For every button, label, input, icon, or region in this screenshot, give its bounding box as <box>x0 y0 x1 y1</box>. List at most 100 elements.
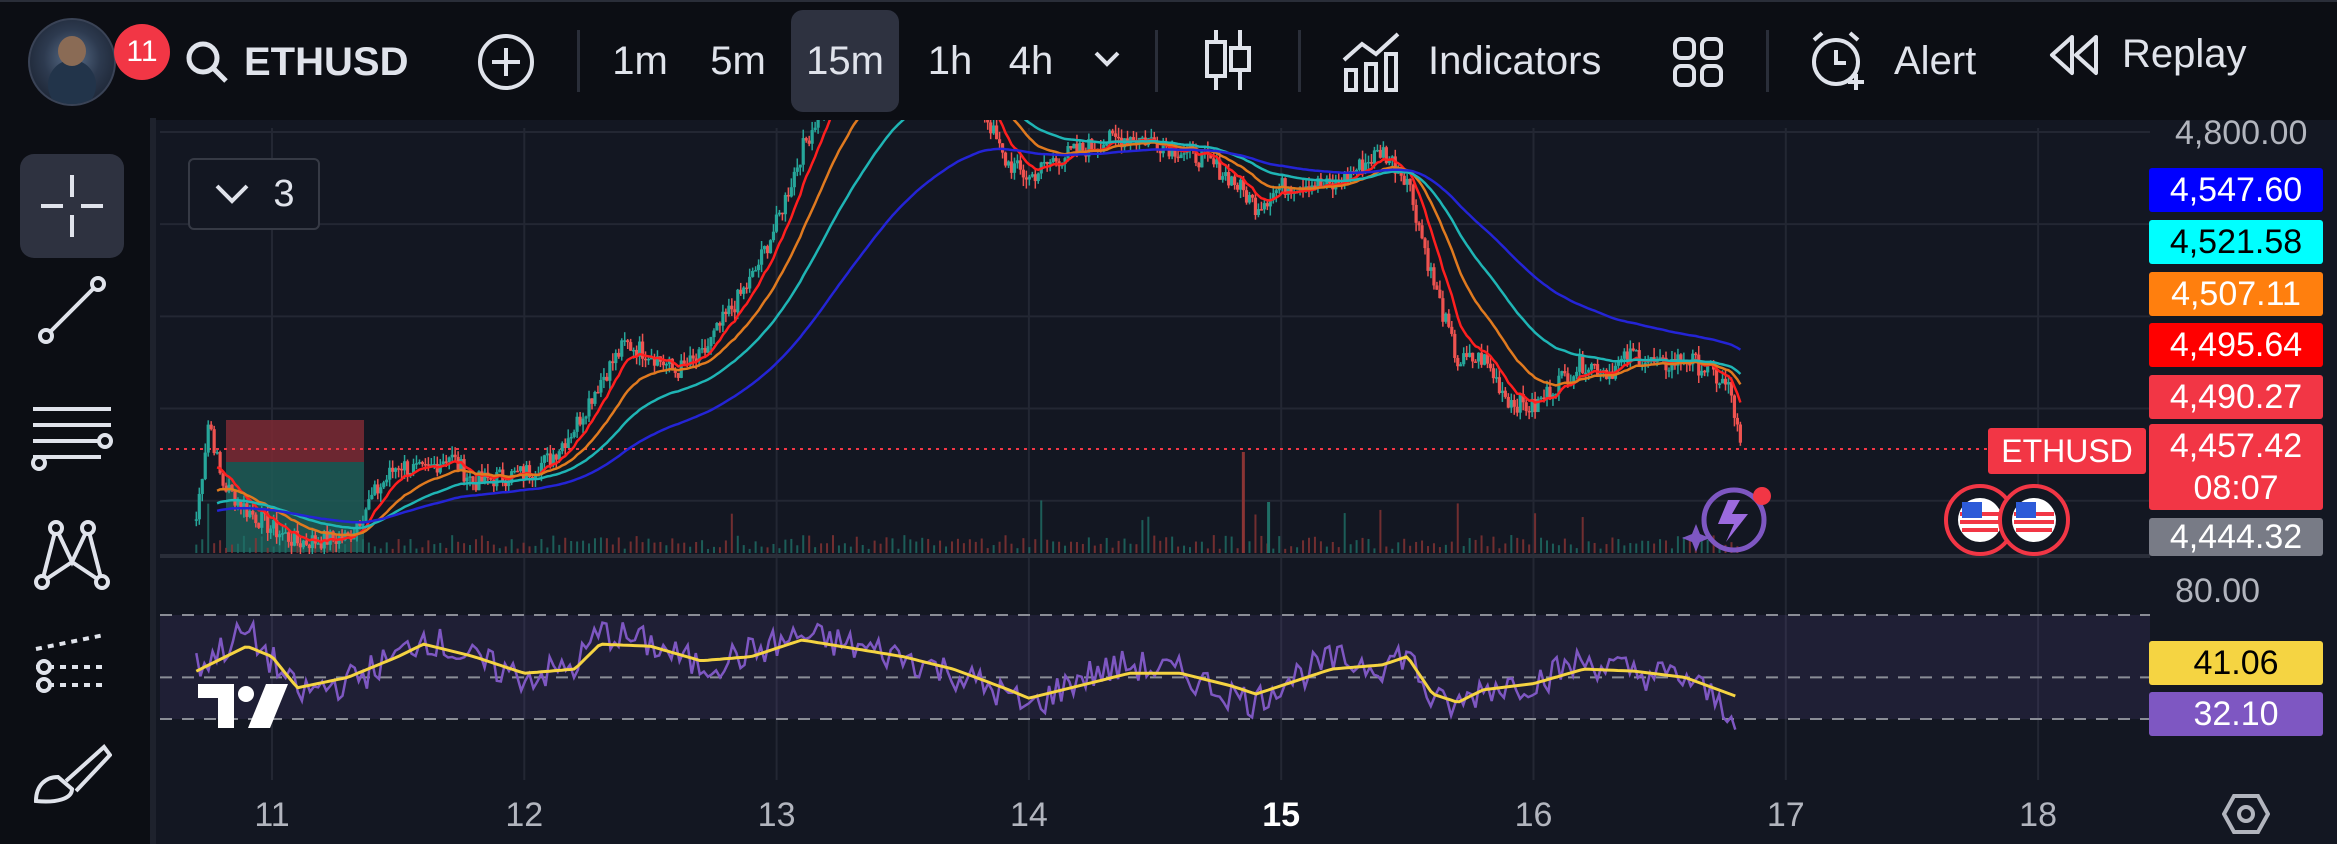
candle-body <box>209 424 213 430</box>
volume-bar <box>665 545 668 553</box>
candle-body <box>245 503 249 517</box>
volume-bar <box>1629 543 1632 553</box>
pattern-tool[interactable] <box>20 502 124 606</box>
timeframe-label: 15m <box>806 38 884 83</box>
candle-body <box>376 484 380 494</box>
candle-body <box>516 470 520 473</box>
crosshair-tool[interactable] <box>20 154 124 258</box>
toolbar-divider <box>577 30 580 92</box>
volume-bar <box>677 543 680 553</box>
candle-body <box>1456 357 1460 367</box>
time-axis-tick-label: 18 <box>2019 796 2057 834</box>
indicator-legend-toggle[interactable]: 3 <box>188 158 320 230</box>
timeframe-1m[interactable]: 1m <box>600 10 680 112</box>
candle-body <box>370 494 374 500</box>
timeframe-4h[interactable]: 4h <box>996 10 1066 112</box>
volume-bar <box>1700 539 1703 553</box>
candle-body <box>1462 353 1466 365</box>
candle-body <box>1593 363 1597 366</box>
volume-bar <box>1432 543 1435 553</box>
candle-body <box>1408 178 1412 185</box>
candle-body <box>364 509 368 522</box>
user-avatar-button[interactable]: 11 <box>28 18 170 106</box>
candle-body <box>1465 353 1469 357</box>
volume-bar <box>1665 540 1668 553</box>
candle-body <box>801 138 805 165</box>
volume-bar <box>992 545 995 553</box>
us-flag-event-icon[interactable] <box>1998 484 2070 556</box>
symbol-search-button[interactable]: ETHUSD <box>184 32 408 92</box>
candle-body <box>1491 368 1496 379</box>
candle-body <box>1033 174 1037 182</box>
candle-body <box>468 476 472 478</box>
replay-button[interactable]: Replay <box>2048 32 2247 77</box>
volume-bar <box>260 536 263 553</box>
indicators-button[interactable]: Indicators <box>1342 30 1601 92</box>
candle-body <box>1509 400 1513 408</box>
candle-body <box>269 528 273 533</box>
alert-button[interactable]: Alert <box>1808 30 1976 92</box>
volume-bar <box>1087 537 1090 553</box>
settings-icon[interactable] <box>2221 792 2271 841</box>
candle-body <box>1066 146 1070 159</box>
prediction-icon <box>35 633 108 693</box>
volume-bar <box>814 547 817 553</box>
volume-bar <box>1302 540 1305 553</box>
volume-bar <box>248 547 251 553</box>
xabcd-pattern-icon <box>34 520 110 590</box>
candle-body <box>301 540 306 548</box>
volume-bar <box>1218 548 1221 553</box>
volume-bar <box>1319 541 1322 553</box>
volume-bar <box>1171 536 1174 553</box>
layouts-button[interactable] <box>1672 36 1724 88</box>
candle-body <box>1274 190 1278 194</box>
timeframe-1h[interactable]: 1h <box>914 10 986 112</box>
candle-body <box>1006 161 1011 166</box>
candle-body <box>316 543 320 545</box>
forecast-tool[interactable] <box>20 612 124 716</box>
candle-body <box>206 424 210 453</box>
timeframe-5m[interactable]: 5m <box>696 10 780 112</box>
candle-body <box>995 125 999 140</box>
chart-type-button[interactable] <box>1202 28 1254 92</box>
brush-tool[interactable] <box>20 722 124 826</box>
timeframe-dropdown[interactable] <box>1092 48 1122 70</box>
candle-body <box>608 361 612 381</box>
time-axis[interactable]: 11 12 13 14 15 16 17 18 <box>0 780 2337 844</box>
candle-body <box>1694 353 1698 356</box>
volume-bar <box>367 542 370 553</box>
candle-body <box>1227 172 1231 186</box>
volume-bar <box>219 540 222 553</box>
candle-body <box>706 346 710 353</box>
volume-bar <box>1241 452 1245 553</box>
volume-bar <box>1016 548 1019 553</box>
volume-bar <box>772 543 775 553</box>
volume-bar <box>1456 503 1459 553</box>
candle-body <box>1262 203 1266 210</box>
candle-body <box>498 469 502 473</box>
candle-body <box>286 532 291 542</box>
candle-body <box>215 452 219 454</box>
candle-body <box>578 416 582 425</box>
volume-bar <box>213 543 216 553</box>
candle-body <box>203 452 207 480</box>
rsi-badge: 32.10 <box>2149 692 2323 736</box>
candle-body <box>813 127 817 131</box>
volume-bar <box>1046 539 1049 553</box>
trend-line-tool[interactable] <box>20 258 124 362</box>
fib-retracement-tool[interactable] <box>20 386 124 490</box>
volume-bar <box>707 548 710 553</box>
candle-body <box>992 125 996 134</box>
timeframe-15m[interactable]: 15m <box>791 10 899 112</box>
volume-bar <box>1682 537 1685 553</box>
candle-body <box>1497 377 1502 394</box>
candle-body <box>518 466 523 472</box>
candle-body <box>444 461 448 463</box>
volume-bar <box>1403 538 1406 553</box>
chart-canvas[interactable] <box>0 0 2337 844</box>
candle-body <box>1111 130 1115 134</box>
candle-body <box>1003 152 1008 166</box>
candle-body <box>1235 184 1240 190</box>
candle-body <box>1021 169 1025 178</box>
compare-symbol-button[interactable] <box>476 32 536 92</box>
